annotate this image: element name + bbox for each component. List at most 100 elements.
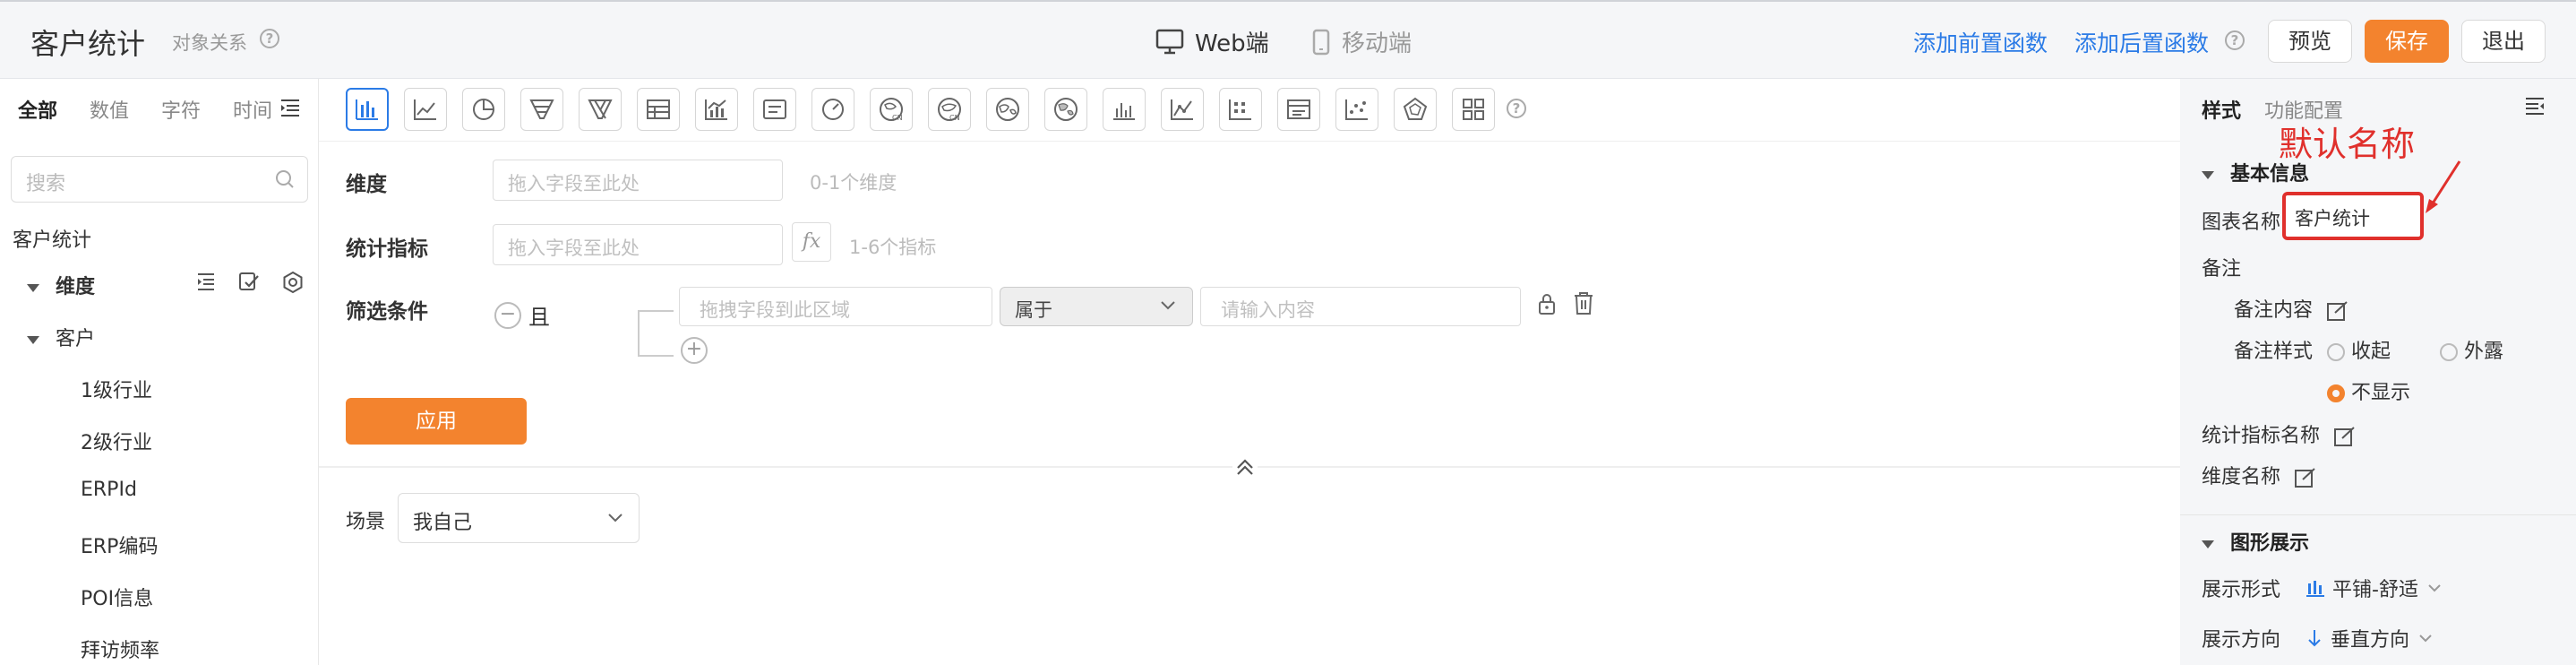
map-world-region-icon[interactable] <box>1044 88 1087 131</box>
minus-circle-icon[interactable]: − <box>494 301 521 329</box>
funnel-compare-icon[interactable] <box>579 88 622 131</box>
remark-content-row[interactable]: 备注内容 <box>2234 294 2349 323</box>
tab-string[interactable]: 字符 <box>161 95 201 124</box>
tree-node-customer[interactable]: 客户 <box>27 323 95 351</box>
display-direction-select[interactable]: 垂直方向 <box>2306 624 2434 652</box>
apply-button[interactable]: 应用 <box>346 398 527 445</box>
basic-info-section[interactable]: 基本信息 <box>2202 158 2309 186</box>
table-icon[interactable] <box>637 88 680 131</box>
grid-layout-icon[interactable] <box>1452 88 1495 131</box>
object-relation-label: 对象关系 <box>172 32 247 54</box>
mobile-mode-tab[interactable]: 移动端 <box>1311 25 1412 58</box>
field-item[interactable]: POI信息 <box>81 583 153 611</box>
radio-icon <box>2327 343 2345 361</box>
radio-collapse[interactable]: 收起 <box>2327 335 2391 364</box>
add-post-function-link[interactable]: 添加后置函数 <box>2074 26 2209 58</box>
chart-name-input[interactable]: 客户统计 <box>2282 192 2424 240</box>
settings-icon[interactable] <box>281 271 305 294</box>
text-card-icon[interactable] <box>753 88 796 131</box>
combo-chart-icon[interactable] <box>695 88 738 131</box>
exit-button[interactable]: 退出 <box>2461 20 2546 63</box>
tab-number[interactable]: 数值 <box>90 95 129 124</box>
tab-style[interactable]: 样式 <box>2202 95 2241 124</box>
funnel-chart-icon[interactable] <box>520 88 563 131</box>
expand-caret-icon <box>27 283 39 292</box>
dimension-name-row[interactable]: 维度名称 <box>2202 461 2317 489</box>
web-label: Web端 <box>1195 30 1269 57</box>
filter-value-input[interactable]: 请输入内容 <box>1200 287 1521 326</box>
map-world-icon[interactable] <box>986 88 1029 131</box>
field-item[interactable]: 1级行业 <box>81 375 152 403</box>
scene-value: 我自己 <box>413 512 473 534</box>
map-cn-region-icon[interactable]: CN <box>928 88 971 131</box>
radio-collapse-label: 收起 <box>2351 341 2391 363</box>
line-chart-icon[interactable] <box>404 88 447 131</box>
tab-all[interactable]: 全部 <box>18 95 57 124</box>
add-pre-function-link[interactable]: 添加前置函数 <box>1913 26 2048 58</box>
panel-collapse-icon[interactable] <box>2524 95 2546 117</box>
radio-expose-label: 外露 <box>2464 341 2504 363</box>
field-item[interactable]: ERP编码 <box>81 531 158 559</box>
metric-hint: 1-6个指标 <box>849 237 937 258</box>
dimension-drop-zone[interactable]: 拖入字段至此处 <box>493 160 783 201</box>
edit-icon[interactable] <box>2294 467 2317 488</box>
column-chart-icon[interactable] <box>1103 88 1146 131</box>
lock-icon[interactable] <box>1537 292 1557 315</box>
metric-label: 统计指标 <box>346 238 428 261</box>
tab-time[interactable]: 时间 <box>233 95 272 124</box>
field-item[interactable]: 拜访频率 <box>81 635 159 663</box>
menu-collapse-icon[interactable] <box>279 97 301 118</box>
display-form-select[interactable]: 平铺-舒适 <box>2306 574 2443 602</box>
monitor-icon <box>1155 29 1184 54</box>
filter-operator-value: 属于 <box>1015 299 1052 321</box>
save-button[interactable]: 保存 <box>2365 20 2449 63</box>
web-mode-tab[interactable]: Web端 <box>1155 25 1269 58</box>
indent-list-icon[interactable] <box>195 271 217 292</box>
display-form-value: 平铺-舒适 <box>2332 579 2418 601</box>
add-condition-icon[interactable]: + <box>681 337 708 364</box>
property-panel: 样式 功能配置 默认名称 基本信息 图表名称 客户统计 备注 备注内容 备注样式… <box>2180 79 2576 665</box>
help-icon[interactable]: ? <box>2225 30 2245 50</box>
pivot-table-icon[interactable] <box>1219 88 1262 131</box>
arrow-down-icon <box>2308 630 2321 647</box>
tree-root-label: 客户统计 <box>13 229 92 252</box>
filter-operator-select[interactable]: 属于 <box>1000 287 1193 326</box>
metric-name-row[interactable]: 统计指标名称 <box>2202 419 2357 448</box>
svg-text:CN: CN <box>892 114 903 122</box>
chart-name-label: 图表名称 <box>2202 212 2281 234</box>
field-item[interactable]: ERPId <box>81 479 137 501</box>
list-card-icon[interactable] <box>1277 88 1320 131</box>
filter-field-drop-zone[interactable]: 拖拽字段到此区域 <box>679 287 992 326</box>
checklist-icon[interactable] <box>238 271 260 292</box>
scene-select[interactable]: 我自己 <box>398 493 640 543</box>
map-cn-icon[interactable]: CN <box>870 88 913 131</box>
field-item[interactable]: 2级行业 <box>81 427 152 455</box>
edit-icon[interactable] <box>2326 300 2349 322</box>
gauge-icon[interactable] <box>811 88 854 131</box>
metric-drop-zone[interactable]: 拖入字段至此处 <box>493 224 783 265</box>
help-icon[interactable]: ? <box>1507 99 1526 118</box>
top-bar: 客户统计 对象关系 ? Web端 移动端 添加前置函数 添加后置函数 ? 预览 … <box>0 0 2576 79</box>
chevron-down-icon <box>2419 635 2432 643</box>
trash-icon[interactable] <box>1573 290 1594 315</box>
display-direction-value: 垂直方向 <box>2331 629 2410 652</box>
help-icon[interactable]: ? <box>260 29 279 48</box>
pie-chart-icon[interactable] <box>462 88 505 131</box>
and-toggle[interactable]: − 且 <box>494 299 550 331</box>
phone-icon <box>1312 29 1330 55</box>
edit-icon[interactable] <box>2333 426 2357 447</box>
radio-hide[interactable]: 不显示 <box>2327 376 2410 405</box>
tree-node-dimension[interactable]: 维度 <box>27 271 95 299</box>
bar-chart-icon[interactable] <box>346 88 389 131</box>
trend-chart-icon[interactable] <box>1161 88 1204 131</box>
radio-expose[interactable]: 外露 <box>2440 335 2503 364</box>
collapse-up-icon[interactable] <box>1232 455 1258 480</box>
field-panel: 全部 数值 字符 时间 搜索 客户统计 维度 客户 1级行业 2级行业 ERPI… <box>0 79 319 665</box>
formula-button[interactable]: fx <box>792 222 831 262</box>
graphic-display-section[interactable]: 图形展示 <box>2202 527 2309 556</box>
radio-icon <box>2440 343 2458 361</box>
preview-button[interactable]: 预览 <box>2268 20 2352 63</box>
field-search[interactable]: 搜索 <box>11 156 308 203</box>
radar-chart-icon[interactable] <box>1394 88 1437 131</box>
scatter-chart-icon[interactable] <box>1335 88 1378 131</box>
